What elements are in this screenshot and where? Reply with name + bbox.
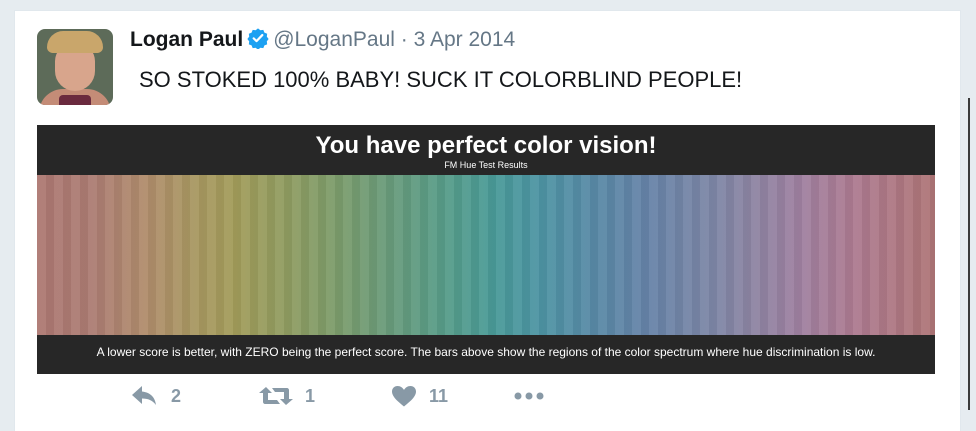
avatar[interactable] <box>37 29 113 105</box>
reply-button[interactable]: 2 <box>131 381 181 411</box>
page-divider <box>968 98 970 410</box>
like-count: 11 <box>429 385 449 406</box>
reply-icon <box>131 385 159 407</box>
avatar-shirt <box>59 95 91 105</box>
media-title: You have perfect color vision! <box>315 132 657 159</box>
retweet-icon <box>259 385 293 407</box>
tweet-header: Logan Paul @LoganPaul · 3 Apr 2014 <box>130 27 515 56</box>
media-caption: A lower score is better, with ZERO being… <box>96 345 876 359</box>
retweet-count: 1 <box>305 385 316 406</box>
tweet-text: SO STOKED 100% BABY! SUCK IT COLORBLIND … <box>139 67 743 92</box>
retweet-button[interactable]: 1 <box>259 381 315 411</box>
media-subtitle: FM Hue Test Results <box>444 160 528 170</box>
heart-icon <box>391 385 417 407</box>
tweet-date[interactable]: 3 Apr 2014 <box>414 28 516 51</box>
reply-count: 2 <box>171 385 182 406</box>
verified-badge-icon <box>247 27 269 56</box>
author-handle[interactable]: @LoganPaul <box>273 28 395 51</box>
more-button[interactable] <box>513 381 545 411</box>
tweet-media-image[interactable]: You have perfect color vision! FM Hue Te… <box>37 125 935 374</box>
tweet-card: Logan Paul @LoganPaul · 3 Apr 2014 SO STO… <box>14 10 961 431</box>
header-separator: · <box>400 28 408 51</box>
color-spectrum <box>37 175 935 335</box>
spectrum-bars <box>37 175 935 335</box>
more-icon <box>513 391 545 401</box>
like-button[interactable]: 11 <box>391 381 448 411</box>
avatar-hair <box>47 31 103 53</box>
tweet-actions: 2 1 11 <box>15 381 960 411</box>
author-name[interactable]: Logan Paul <box>130 28 243 51</box>
